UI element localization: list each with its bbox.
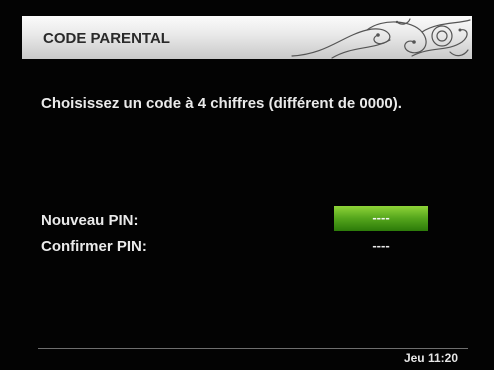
new-pin-field[interactable]: ---- (334, 206, 428, 231)
clock: Jeu 11:20 (403, 351, 458, 365)
swirl-ornament-icon (291, 18, 471, 59)
header-bar: CODE PARENTAL (22, 16, 472, 59)
instruction-text: Choisissez un code à 4 chiffres (différe… (41, 95, 402, 112)
new-pin-label: Nouveau PIN: (41, 212, 139, 229)
parental-code-screen: CODE PARENTAL Choisissez un code à 4 chi… (0, 0, 494, 370)
footer-divider (38, 348, 468, 349)
confirm-pin-field[interactable]: ---- (334, 238, 428, 254)
confirm-pin-label: Confirmer PIN: (41, 238, 147, 255)
page-title: CODE PARENTAL (43, 30, 170, 47)
